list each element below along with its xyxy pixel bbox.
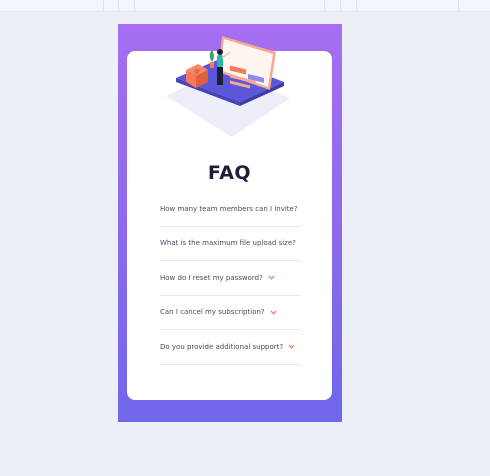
faq-title: FAQ <box>207 162 252 184</box>
faq-accordion: How many team members can I invite? What… <box>160 192 301 365</box>
faq-item[interactable]: What is the maximum file upload size? <box>160 227 301 261</box>
chevron-down-icon <box>268 275 275 281</box>
faq-item[interactable]: Can I cancel my subscription? <box>160 296 301 330</box>
svg-text:@: @ <box>194 68 200 75</box>
faq-question: How many team members can I invite? <box>160 204 298 213</box>
faq-item[interactable]: How many team members can I invite? <box>160 192 301 227</box>
woman-online-illustration: @ <box>166 36 290 137</box>
faq-question: Do you provide additional support? <box>160 342 284 351</box>
chevron-down-icon <box>288 344 295 350</box>
faq-item[interactable]: Do you provide additional support? <box>160 330 301 365</box>
faq-question: What is the maximum file upload size? <box>160 239 296 248</box>
browser-top-strip <box>0 0 490 12</box>
faq-item[interactable]: How do I reset my password? <box>160 261 301 296</box>
faq-question: Can I cancel my subscription? <box>160 308 265 317</box>
faq-question: How do I reset my password? <box>160 273 263 282</box>
chevron-down-icon <box>270 310 277 315</box>
